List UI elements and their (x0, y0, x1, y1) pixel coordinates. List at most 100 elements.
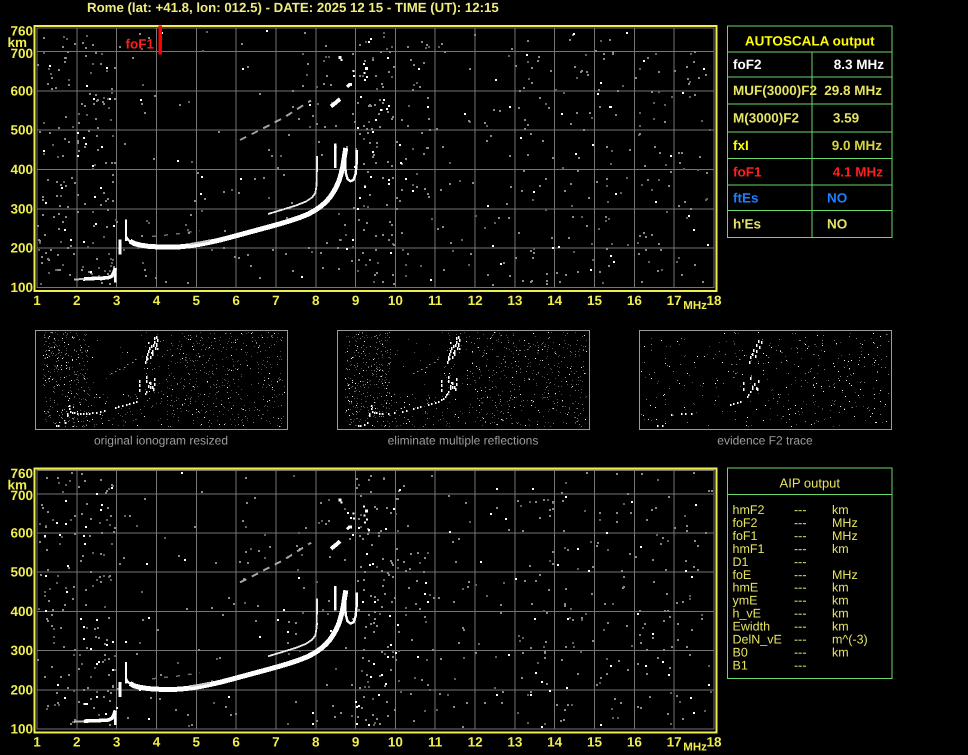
svg-text:foF1: foF1 (126, 37, 155, 52)
svg-text:13: 13 (507, 735, 523, 750)
svg-text:17: 17 (667, 293, 682, 308)
svg-text:---: --- (794, 633, 807, 647)
svg-text:8: 8 (312, 293, 320, 308)
svg-text:200: 200 (10, 241, 33, 256)
svg-text:11: 11 (428, 293, 443, 308)
svg-text:foF1: foF1 (733, 529, 758, 543)
svg-text:km: km (832, 646, 849, 660)
svg-text:1: 1 (33, 735, 41, 750)
svg-text:500: 500 (10, 565, 33, 580)
svg-text:---: --- (794, 529, 807, 543)
svg-text:MHz: MHz (832, 529, 858, 543)
svg-text:foF2: foF2 (733, 57, 762, 72)
svg-text:600: 600 (10, 83, 33, 98)
svg-text:M(3000)F2: M(3000)F2 (733, 111, 799, 126)
svg-text:AUTOSCALA output: AUTOSCALA output (745, 34, 875, 49)
svg-text:km: km (832, 542, 849, 556)
svg-text:km: km (832, 503, 849, 517)
svg-text:100: 100 (10, 722, 33, 737)
svg-text:MHz: MHz (683, 742, 707, 754)
svg-text:300: 300 (10, 643, 33, 658)
svg-text:evidence F2 trace: evidence F2 trace (717, 434, 813, 448)
svg-text:fxI: fxI (733, 138, 749, 153)
svg-text:MHz: MHz (683, 300, 707, 312)
svg-text:2: 2 (73, 735, 81, 750)
svg-text:NO: NO (827, 217, 847, 232)
svg-text:---: --- (794, 581, 807, 595)
svg-text:D1: D1 (733, 555, 749, 569)
svg-text:hmF2: hmF2 (733, 503, 765, 517)
svg-text:eliminate multiple reflections: eliminate multiple reflections (388, 434, 539, 448)
svg-text:foF2: foF2 (733, 516, 758, 530)
svg-text:100: 100 (10, 280, 33, 295)
svg-text:1: 1 (33, 293, 41, 308)
svg-text:km: km (832, 594, 849, 608)
svg-text:hmE: hmE (733, 581, 759, 595)
svg-text:11: 11 (428, 735, 443, 750)
svg-text:15: 15 (587, 735, 603, 750)
svg-text:14: 14 (547, 293, 563, 308)
svg-text:9: 9 (352, 293, 360, 308)
svg-text:Rome (lat: +41.8, lon: 012.5): Rome (lat: +41.8, lon: 012.5) - DATE: 20… (87, 0, 499, 15)
svg-text:h_vE: h_vE (733, 607, 762, 621)
svg-text:km: km (7, 477, 27, 492)
svg-text:DelN_vE: DelN_vE (733, 633, 782, 647)
svg-text:9.0 MHz: 9.0 MHz (832, 138, 883, 153)
svg-text:5: 5 (193, 735, 201, 750)
svg-text:---: --- (794, 516, 807, 530)
svg-text:foF1: foF1 (733, 164, 762, 179)
svg-text:ftEs: ftEs (733, 190, 759, 205)
svg-text:---: --- (794, 646, 807, 660)
svg-text:B0: B0 (733, 646, 748, 660)
svg-text:400: 400 (10, 162, 33, 177)
svg-text:---: --- (794, 607, 807, 621)
svg-text:16: 16 (627, 293, 643, 308)
svg-text:---: --- (794, 542, 807, 556)
svg-text:12: 12 (468, 293, 483, 308)
svg-text:km: km (832, 620, 849, 634)
svg-text:200: 200 (10, 682, 33, 697)
svg-text:ymE: ymE (733, 594, 758, 608)
svg-text:400: 400 (10, 604, 33, 619)
svg-text:km: km (832, 581, 849, 595)
svg-text:4: 4 (153, 735, 161, 750)
svg-text:MHz: MHz (832, 568, 858, 582)
svg-text:2: 2 (73, 293, 81, 308)
svg-text:Ewidth: Ewidth (733, 620, 771, 634)
svg-text:---: --- (794, 568, 807, 582)
svg-text:MUF(3000)F2: MUF(3000)F2 (733, 83, 817, 98)
svg-text:15: 15 (587, 293, 603, 308)
svg-text:17: 17 (667, 735, 682, 750)
svg-text:9: 9 (352, 735, 360, 750)
svg-text:16: 16 (627, 735, 643, 750)
svg-text:18: 18 (706, 735, 722, 750)
svg-text:6: 6 (232, 735, 240, 750)
svg-text:12: 12 (468, 735, 483, 750)
svg-text:7: 7 (272, 735, 280, 750)
svg-text:h'Es: h'Es (733, 217, 761, 232)
svg-text:4: 4 (153, 293, 161, 308)
svg-text:---: --- (794, 594, 807, 608)
svg-text:13: 13 (507, 293, 523, 308)
svg-text:18: 18 (706, 293, 722, 308)
svg-text:600: 600 (10, 526, 33, 541)
svg-text:5: 5 (193, 293, 201, 308)
svg-text:6: 6 (232, 293, 240, 308)
svg-text:10: 10 (388, 293, 403, 308)
svg-text:km: km (7, 35, 27, 50)
svg-text:m^(-3): m^(-3) (832, 633, 868, 647)
svg-text:AIP output: AIP output (780, 476, 841, 491)
svg-text:3.59: 3.59 (833, 111, 859, 126)
svg-text:14: 14 (547, 735, 563, 750)
svg-text:8: 8 (312, 735, 320, 750)
svg-text:B1: B1 (733, 658, 748, 672)
svg-text:foE: foE (733, 568, 752, 582)
svg-text:original ionogram resized: original ionogram resized (94, 434, 228, 448)
svg-text:---: --- (794, 555, 807, 569)
svg-text:MHz: MHz (832, 516, 858, 530)
svg-text:---: --- (794, 503, 807, 517)
svg-text:29.8 MHz: 29.8 MHz (824, 83, 882, 98)
svg-text:3: 3 (113, 293, 121, 308)
svg-text:---: --- (794, 620, 807, 634)
svg-text:300: 300 (10, 201, 33, 216)
